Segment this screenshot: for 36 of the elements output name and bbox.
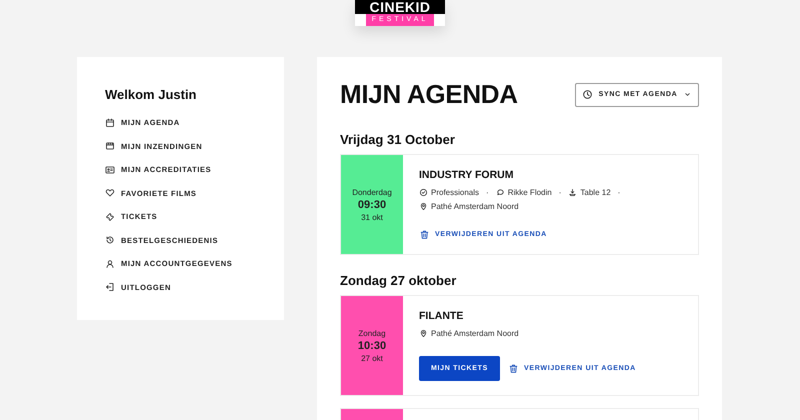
event-date: 27 okt [361,354,383,362]
event-weekday: Zondag [358,328,386,338]
event-meta-text: Rikke Flodin [508,188,552,196]
history-icon [105,235,115,246]
event-location: Pathé Amsterdam Noord [431,328,519,338]
separator-dot: · [558,188,562,196]
trash-icon [508,363,520,374]
event-time: 09:30 [358,198,386,210]
event-meta-text: Professionals [431,188,480,196]
event-weekday: Donderdag [352,188,392,196]
ticket-icon [105,212,115,222]
day-heading: Zondag 27 oktober [340,273,458,288]
id-card-icon [105,164,115,175]
film-icon [105,141,115,152]
separator-dot: · [618,188,620,196]
page-title: MIJN AGENDA [340,79,518,110]
welcome-heading: Welkom Justin [105,87,198,102]
event-time: 10:30 [358,340,386,352]
heart-icon [105,188,115,198]
location-pin-icon [419,328,428,338]
trash-icon [419,229,430,240]
location-pin-icon [419,202,428,210]
clock-icon [582,89,593,100]
calendar-icon [105,118,115,128]
user-icon [105,258,115,269]
event-meta-text: Table 12 [580,188,611,196]
event-date: 31 okt [361,212,383,222]
separator-dot: · [486,188,489,196]
day-heading: Vrijdag 31 October [340,132,456,147]
speech-bubble-icon [496,188,505,196]
event-location: Pathé Amsterdam Noord [431,202,519,210]
event-title: INDUSTRY FORUM [419,169,514,181]
logout-icon [105,282,115,292]
logo-wordmark: CINEKID [355,0,445,14]
event-title: FILANTE [419,310,464,322]
check-circle-icon [419,188,428,196]
